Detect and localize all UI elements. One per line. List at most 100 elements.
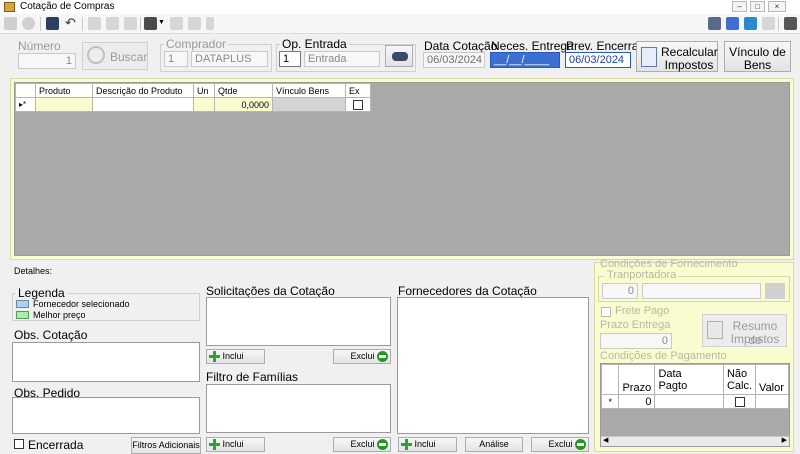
copy-icon[interactable] (88, 17, 101, 30)
transportadora-search-button[interactable] (765, 283, 785, 299)
obs-cotacao-textarea[interactable] (12, 342, 200, 382)
col-nao-calc[interactable]: Não Calc. (722, 364, 757, 395)
familias-list[interactable] (206, 384, 391, 433)
col-produto[interactable]: Produto (35, 83, 93, 98)
transportadora-code-field[interactable]: 0 (602, 283, 638, 299)
row-marker: * (600, 394, 620, 409)
col-ex[interactable]: Ex (345, 83, 371, 98)
refresh-icon[interactable] (744, 17, 757, 30)
pagamento-table: Prazo Data Pagto Não Calc. Valor * 0 (600, 364, 789, 409)
export-icon[interactable] (106, 17, 119, 30)
pagamento-title: Condições de Pagamento (600, 350, 727, 362)
recalcular-impostos-button[interactable]: Recalcular Impostos (636, 41, 718, 72)
col-valor[interactable]: Valor (755, 364, 789, 395)
col-data-pagto[interactable]: Data Pagto (654, 364, 724, 395)
col-qtde[interactable]: Qtde (214, 83, 273, 98)
close-button[interactable]: × (768, 1, 786, 12)
fornecedores-list[interactable] (397, 297, 589, 434)
descricao-cell[interactable] (92, 97, 194, 112)
prazo-cell[interactable]: 0 (618, 394, 656, 409)
row-header-cell (600, 364, 620, 395)
minimize-button[interactable]: – (732, 1, 747, 12)
chevron-down-icon[interactable]: ▼ (158, 19, 165, 26)
transportadora-name-field[interactable] (642, 283, 761, 299)
col-un[interactable]: Un (193, 83, 215, 98)
horizontal-scrollbar[interactable]: ◀ ▶ (601, 436, 789, 446)
toolbar-separator (140, 17, 141, 31)
obs-pedido-textarea[interactable] (12, 397, 200, 434)
email-icon[interactable] (188, 17, 201, 30)
print-preview-icon[interactable] (124, 17, 137, 30)
buscar-button[interactable]: Buscar (82, 42, 148, 70)
save-icon[interactable] (46, 17, 59, 30)
transportadora-label: Tranportadora (605, 269, 679, 281)
row-header-cell (15, 83, 36, 98)
col-prazo[interactable]: Prazo (618, 364, 656, 395)
menu-icon[interactable] (784, 17, 797, 30)
op-entrada-name-field[interactable]: Entrada (304, 51, 380, 67)
data-pagto-cell[interactable] (654, 394, 724, 409)
col-vinculo-bens[interactable]: Vínculo Bens (272, 83, 346, 98)
frete-pago-checkbox[interactable] (601, 307, 611, 317)
solicitacoes-list[interactable] (206, 297, 391, 346)
toolbar-separator (778, 17, 779, 31)
comprador-name-field[interactable]: DATAPLUS (191, 51, 268, 67)
analise-button[interactable]: Análise (465, 437, 523, 452)
report-icon[interactable] (708, 17, 721, 30)
produto-cell[interactable] (35, 97, 93, 112)
nao-calc-checkbox[interactable] (734, 396, 745, 407)
op-entrada-code-field[interactable]: 1 (279, 51, 301, 67)
comprador-label: Comprador (164, 37, 229, 51)
neces-entrega-field[interactable]: __/__/____ (490, 52, 560, 68)
comprador-code-field[interactable]: 1 (164, 51, 188, 67)
familias-exclui-button[interactable]: Exclui (333, 437, 391, 452)
new-icon[interactable] (4, 17, 17, 30)
solicitacoes-inclui-button[interactable]: Inclui (206, 349, 265, 364)
ex-cell[interactable] (345, 97, 371, 112)
maximize-button[interactable]: □ (750, 1, 765, 12)
vinculo-bens-button[interactable]: Vínculo de Bens (724, 41, 791, 72)
valor-cell[interactable] (755, 394, 789, 409)
delete-icon[interactable] (206, 17, 214, 30)
fornecedores-inclui-button[interactable]: Inclui (398, 437, 457, 452)
prazo-entrega-label: Prazo Entrega (600, 319, 671, 331)
cancel-icon[interactable] (22, 17, 35, 30)
row-marker: ▸* (15, 97, 36, 112)
prazo-entrega-field[interactable]: 0 (600, 333, 672, 349)
prev-encerra-field[interactable]: 06/03/2024 (565, 52, 631, 68)
nao-calc-cell[interactable] (722, 394, 757, 409)
op-entrada-search-button[interactable] (385, 45, 413, 67)
fornecedores-exclui-button[interactable]: Exclui (531, 437, 589, 452)
encerrada-label: Encerrada (28, 438, 84, 452)
col-descricao[interactable]: Descrição do Produto (92, 83, 194, 98)
user-icon[interactable] (762, 17, 775, 30)
encerrada-checkbox[interactable] (14, 439, 24, 449)
printer-icon[interactable] (144, 17, 157, 30)
numero-label: Número (18, 39, 61, 53)
scroll-right-icon[interactable]: ▶ (782, 436, 787, 444)
prev-encerra-label: Prev. Encerra. (566, 39, 642, 53)
binoculars-icon (392, 52, 408, 61)
minus-icon (377, 351, 388, 363)
products-grid[interactable]: Produto Descrição do Produto Un Qtde Vín… (14, 82, 790, 256)
vinculo-bens-cell[interactable] (272, 97, 346, 112)
search-icon[interactable] (726, 17, 739, 30)
resumo-impostos-button[interactable]: Resumo de Impostos (702, 314, 787, 347)
familias-inclui-button[interactable]: Inclui (206, 437, 265, 452)
minus-icon (575, 439, 586, 451)
numero-field[interactable]: 1 (18, 53, 76, 69)
table-row[interactable]: * 0 (600, 394, 789, 409)
table-row[interactable]: ▸* 0,0000 (15, 97, 371, 112)
filtros-adicionais-button[interactable]: Filtros Adicionais (131, 437, 201, 454)
attach-icon[interactable] (170, 17, 183, 30)
scroll-left-icon[interactable]: ◀ (603, 436, 608, 444)
un-cell[interactable] (193, 97, 215, 112)
solicitacoes-exclui-button[interactable]: Exclui (333, 349, 391, 364)
pagamento-grid[interactable]: Prazo Data Pagto Não Calc. Valor * 0 ◀ ▶ (600, 363, 790, 447)
data-cotacao-field[interactable]: 06/03/2024 (423, 52, 485, 68)
obs-cotacao-label: Obs. Cotação (14, 328, 88, 342)
undo-icon[interactable]: ↶ (64, 16, 77, 30)
ex-checkbox[interactable] (353, 99, 363, 110)
qtde-cell[interactable]: 0,0000 (214, 97, 273, 112)
window-title: Cotação de Compras (20, 1, 115, 12)
